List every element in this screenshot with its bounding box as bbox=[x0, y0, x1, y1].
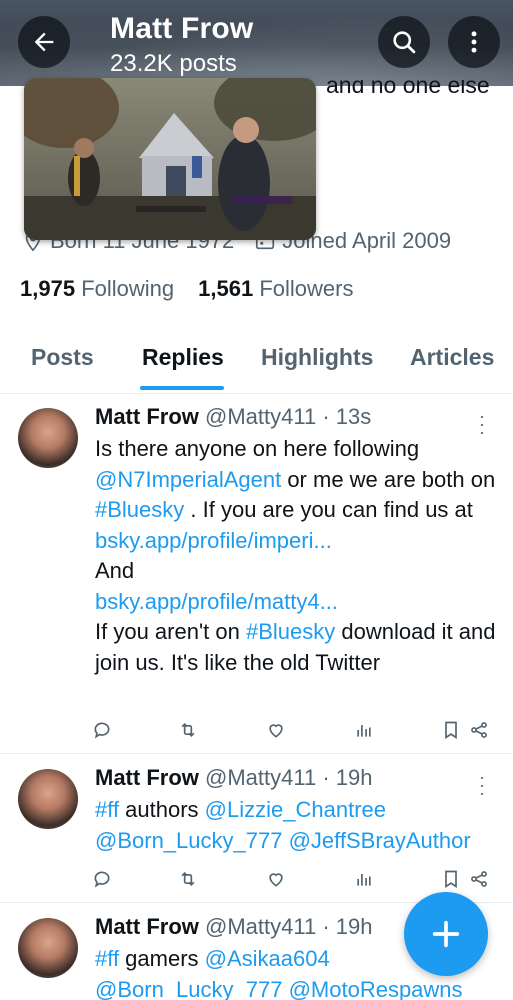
author-name[interactable]: Matt Frow bbox=[95, 404, 199, 429]
mention-link[interactable]: @JeffSBrayAuthor bbox=[289, 828, 471, 853]
views-icon bbox=[357, 874, 371, 886]
active-tab-indicator bbox=[140, 386, 224, 390]
url-link[interactable]: bsky.app/profile/imperi... bbox=[95, 528, 332, 553]
follow-stats: 1,975 Following 1,561 Followers bbox=[20, 276, 353, 302]
post-actions bbox=[92, 869, 492, 893]
author-name[interactable]: Matt Frow bbox=[95, 914, 199, 939]
bookmark-button[interactable] bbox=[441, 869, 461, 889]
share-icon bbox=[471, 722, 487, 738]
hashtag-link[interactable]: #Bluesky bbox=[246, 619, 335, 644]
hashtag-link[interactable]: #Bluesky bbox=[95, 497, 184, 522]
post[interactable]: Matt Frow @Matty411 · 19h · · · #ff author… bbox=[0, 755, 513, 903]
author-handle[interactable]: @Matty411 bbox=[205, 765, 316, 790]
post-count: 23.2K posts bbox=[110, 50, 237, 77]
compose-button[interactable] bbox=[404, 892, 488, 976]
back-arrow-icon bbox=[34, 32, 54, 52]
avatar[interactable] bbox=[18, 918, 78, 978]
following-link[interactable]: 1,975 Following bbox=[20, 276, 174, 302]
like-icon bbox=[269, 724, 283, 738]
views-button[interactable] bbox=[354, 720, 374, 740]
reply-icon bbox=[94, 722, 110, 739]
following-label: Following bbox=[81, 276, 175, 301]
hashtag-link[interactable]: #ff bbox=[95, 946, 119, 971]
back-button[interactable] bbox=[18, 16, 70, 68]
views-icon bbox=[357, 725, 371, 737]
post-time: · 19h bbox=[322, 765, 373, 790]
repost-icon bbox=[181, 871, 195, 887]
post-text-segment: And bbox=[95, 558, 135, 583]
mention-link[interactable]: @Born_Lucky_777 bbox=[95, 828, 282, 853]
post-header: Matt Frow @Matty411 · 19h bbox=[95, 914, 373, 940]
share-icon bbox=[471, 871, 487, 887]
tab-posts[interactable]: Posts bbox=[31, 344, 94, 371]
tab-replies[interactable]: Replies bbox=[142, 344, 224, 371]
avatar[interactable] bbox=[18, 408, 78, 468]
tab-articles[interactable]: Articles bbox=[410, 344, 494, 371]
mention-link[interactable]: @Born_Lucky_777 bbox=[95, 977, 282, 1000]
post-text-segment: . If you are you can find us at bbox=[184, 497, 473, 522]
post-time: · 19h bbox=[322, 914, 373, 939]
author-handle[interactable]: @Matty411 bbox=[205, 404, 316, 429]
mention-link[interactable]: @N7ImperialAgent bbox=[95, 467, 281, 492]
url-link[interactable]: bsky.app/profile/matty4... bbox=[95, 589, 338, 614]
reply-icon bbox=[94, 871, 110, 888]
more-options-button[interactable] bbox=[448, 16, 500, 68]
post-text-segment: Is there anyone on here following bbox=[95, 436, 420, 461]
post-text: #ff authors @Lizzie_Chantree @Born_Lucky… bbox=[95, 795, 500, 856]
post-time: · 13s bbox=[322, 404, 372, 429]
more-vertical-icon bbox=[471, 31, 477, 53]
post-text-segment: authors bbox=[119, 797, 205, 822]
reply-button[interactable] bbox=[92, 869, 112, 889]
post-text-segment: If you aren't on bbox=[95, 619, 246, 644]
followers-count: 1,561 bbox=[198, 276, 254, 301]
post-actions bbox=[92, 720, 492, 744]
search-button[interactable] bbox=[378, 16, 430, 68]
profile-tabs: Posts Replies Highlights Articles bbox=[0, 328, 513, 394]
post[interactable]: Matt Frow @Matty411 · 13s · · · Is there a… bbox=[0, 394, 513, 754]
bookmark-icon bbox=[445, 721, 457, 740]
author-handle[interactable]: @Matty411 bbox=[205, 914, 316, 939]
search-icon bbox=[393, 31, 416, 54]
profile-banner bbox=[0, 0, 513, 86]
game-screenshot-image bbox=[24, 78, 316, 240]
followers-link[interactable]: 1,561 Followers bbox=[198, 276, 353, 302]
like-button[interactable] bbox=[266, 869, 286, 889]
repost-button[interactable] bbox=[178, 869, 198, 889]
followers-label: Followers bbox=[259, 276, 354, 301]
repost-button[interactable] bbox=[178, 720, 198, 740]
post-more-button[interactable]: · · · bbox=[477, 407, 487, 441]
author-name[interactable]: Matt Frow bbox=[95, 765, 199, 790]
share-button[interactable] bbox=[469, 720, 489, 740]
mention-link[interactable]: @Lizzie_Chantree bbox=[205, 797, 386, 822]
post-text-segment: gamers bbox=[119, 946, 205, 971]
like-button[interactable] bbox=[266, 720, 286, 740]
views-button[interactable] bbox=[354, 869, 374, 889]
post-text-segment: or me we are both on bbox=[281, 466, 496, 492]
tab-highlights[interactable]: Highlights bbox=[261, 344, 373, 371]
bookmark-icon bbox=[445, 870, 457, 889]
reply-button[interactable] bbox=[92, 720, 112, 740]
repost-icon bbox=[181, 722, 195, 738]
hashtag-link[interactable]: #ff bbox=[95, 797, 119, 822]
like-icon bbox=[269, 873, 283, 887]
floating-video-player[interactable] bbox=[24, 78, 316, 240]
mention-link[interactable]: @MotoRespawns bbox=[289, 977, 463, 1000]
following-count: 1,975 bbox=[20, 276, 76, 301]
profile-name-header: Matt Frow bbox=[110, 12, 254, 45]
mention-link[interactable]: @Asikaa604 bbox=[205, 946, 330, 971]
avatar[interactable] bbox=[18, 769, 78, 829]
post-header: Matt Frow @Matty411 · 19h bbox=[95, 765, 373, 791]
bookmark-button[interactable] bbox=[441, 720, 461, 740]
post-header: Matt Frow @Matty411 · 13s bbox=[95, 404, 371, 430]
post-more-button[interactable]: · · · bbox=[477, 768, 487, 802]
share-button[interactable] bbox=[469, 869, 489, 889]
post-text: Is there anyone on here following @N7Imp… bbox=[95, 434, 500, 678]
bio-text: and no one else bbox=[326, 80, 490, 98]
compose-plus-icon bbox=[432, 920, 460, 948]
